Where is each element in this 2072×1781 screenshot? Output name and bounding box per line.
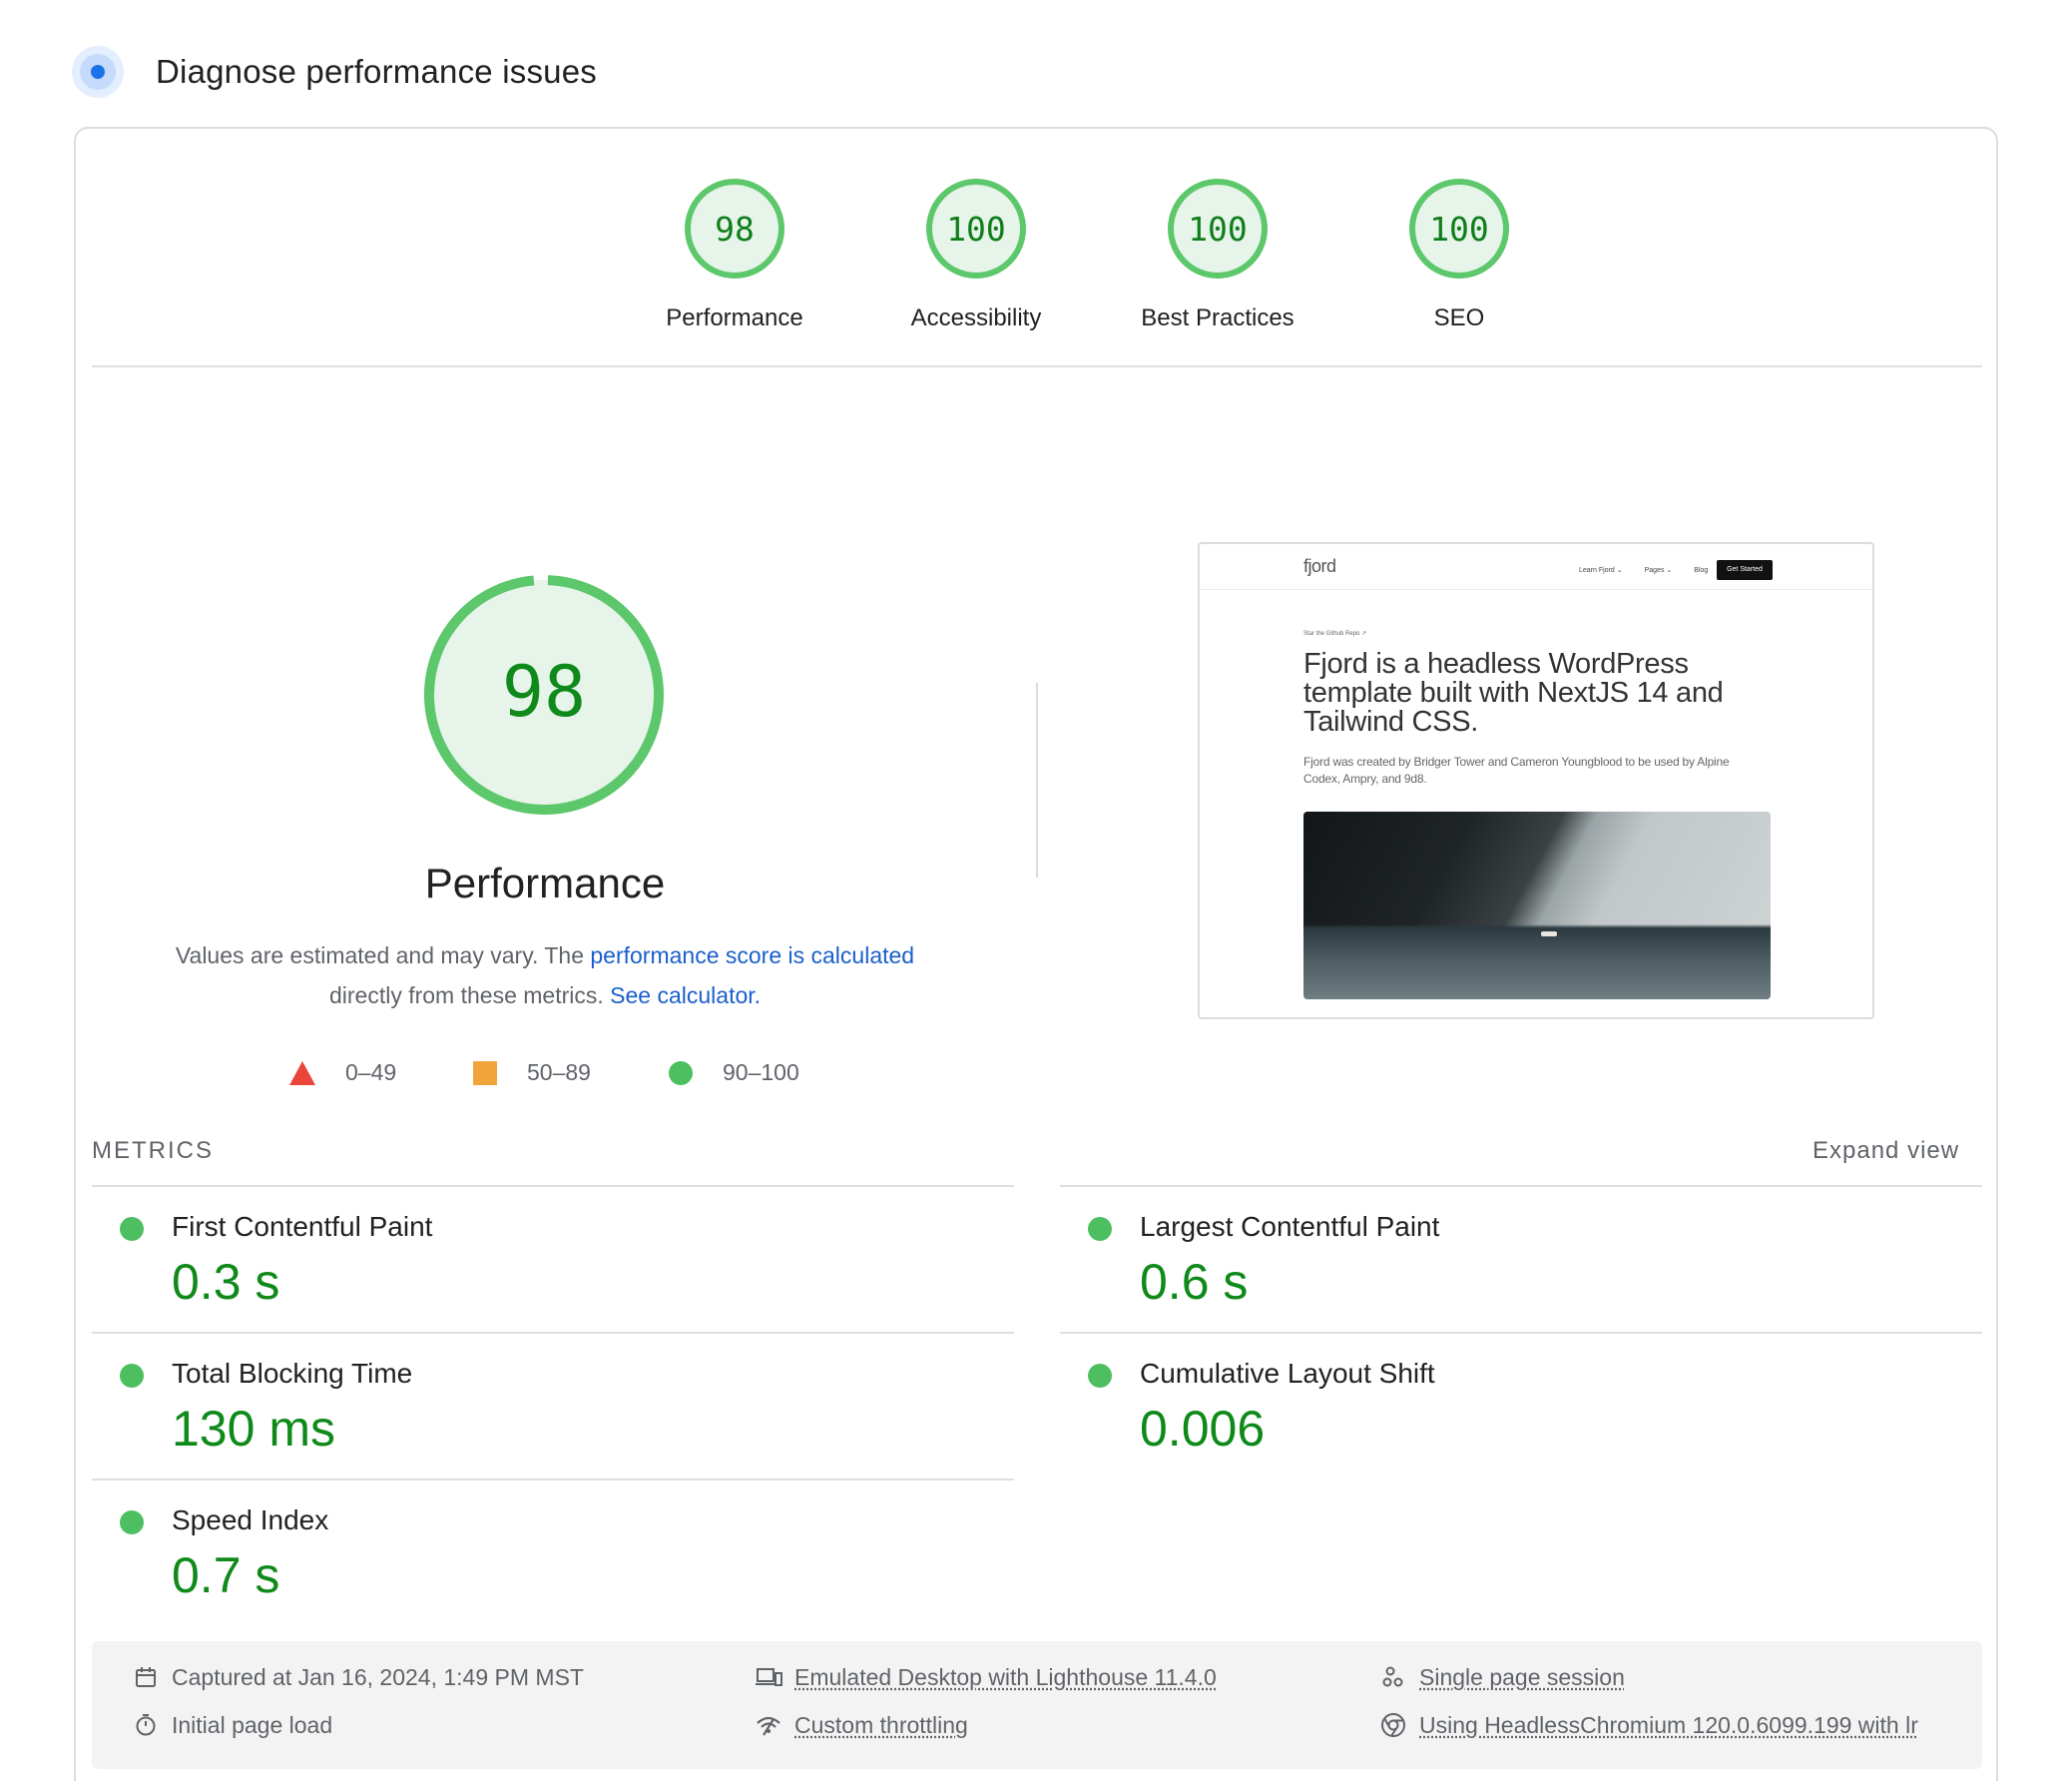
page-load-type: Initial page load xyxy=(132,1711,332,1739)
timer-icon xyxy=(132,1711,160,1739)
score-ring: 100 xyxy=(1168,179,1268,279)
category-gauges: 98 Performance 100 Accessibility 100 Bes… xyxy=(635,179,1593,328)
calendar-icon xyxy=(132,1663,160,1691)
score-ring: 100 xyxy=(1409,179,1509,279)
legend-average: 50–89 xyxy=(473,1059,591,1086)
score-value: 98 xyxy=(715,210,755,249)
screenshot-navbar: fjord Learn Fjord ⌄ Pages ⌄ Blog Get Start… xyxy=(1200,544,1872,590)
pass-circle-icon xyxy=(120,1217,144,1241)
chrome-icon xyxy=(1379,1711,1407,1739)
browser-text[interactable]: Using HeadlessChromium 120.0.6099.199 wi… xyxy=(1419,1712,1918,1739)
metric-name: Cumulative Layout Shift xyxy=(1140,1358,1435,1390)
devices-icon xyxy=(755,1663,782,1691)
score-value: 100 xyxy=(1188,210,1248,249)
screenshot-headline: Fjord is a headless WordPress template b… xyxy=(1303,650,1773,737)
metrics-heading: METRICS xyxy=(92,1137,214,1165)
screenshot-pill: Star the Github Repo ↗ xyxy=(1303,630,1366,637)
screenshot-subtext: Fjord was created by Bridger Tower and C… xyxy=(1303,754,1763,788)
category-gauge-performance[interactable]: 98 Performance xyxy=(635,179,834,332)
report-card: 98 Performance 100 Accessibility 100 Bes… xyxy=(74,127,1998,1781)
legend-label: 90–100 xyxy=(723,1059,799,1086)
vertical-divider xyxy=(1036,683,1038,878)
legend-label: 0–49 xyxy=(345,1059,396,1086)
diagnostics-icon xyxy=(72,46,124,98)
metric-speed-index: Speed Index 0.7 s xyxy=(92,1481,990,1620)
divider xyxy=(92,365,1982,367)
screenshot-nav-item: Learn Fjord ⌄ xyxy=(1579,567,1623,574)
category-gauge-best-practices[interactable]: 100 Best Practices xyxy=(1118,179,1317,332)
pass-circle-icon xyxy=(120,1510,144,1534)
metric-value: 0.006 xyxy=(1140,1400,1265,1458)
screenshot-cta: Get Started xyxy=(1717,560,1773,580)
section-title: Diagnose performance issues xyxy=(156,53,597,91)
captured-text: Captured at Jan 16, 2024, 1:49 PM MST xyxy=(172,1664,584,1691)
screenshot-logo: fjord xyxy=(1303,556,1336,577)
session-type[interactable]: Single page session xyxy=(1379,1663,1625,1691)
device-emulation[interactable]: Emulated Desktop with Lighthouse 11.4.0 xyxy=(755,1663,1217,1691)
screenshot-nav-item: Pages ⌄ xyxy=(1645,567,1673,574)
pass-circle-icon xyxy=(120,1364,144,1388)
performance-gauge: 98 xyxy=(419,570,669,820)
circle-icon xyxy=(669,1061,693,1085)
screenshot-hero-image xyxy=(1303,812,1771,999)
category-label: Accessibility xyxy=(876,304,1076,332)
metric-value: 0.3 s xyxy=(172,1253,279,1311)
final-screenshot[interactable]: fjord Learn Fjord ⌄ Pages ⌄ Blog Get Start… xyxy=(1198,542,1874,1019)
category-label: SEO xyxy=(1359,304,1559,332)
metric-name: Largest Contentful Paint xyxy=(1140,1211,1439,1243)
runtime-settings: Captured at Jan 16, 2024, 1:49 PM MST In… xyxy=(92,1641,1982,1769)
category-label: Performance xyxy=(635,304,834,332)
category-label: Best Practices xyxy=(1118,304,1317,332)
section-header: Diagnose performance issues xyxy=(72,44,597,100)
score-ring: 100 xyxy=(926,179,1026,279)
score-value: 100 xyxy=(1429,210,1489,249)
metric-name: Total Blocking Time xyxy=(172,1358,412,1390)
browser-version[interactable]: Using HeadlessChromium 120.0.6099.199 wi… xyxy=(1379,1711,1918,1739)
legend-pass: 90–100 xyxy=(669,1059,799,1086)
metric-name: Speed Index xyxy=(172,1504,328,1536)
legend-label: 50–89 xyxy=(527,1059,591,1086)
gauge-score: 98 xyxy=(502,651,586,733)
desc-text: Values are estimated and may vary. The xyxy=(176,942,590,968)
performance-title: Performance xyxy=(355,860,735,907)
throttling-text[interactable]: Custom throttling xyxy=(794,1712,968,1739)
category-gauge-accessibility[interactable]: 100 Accessibility xyxy=(876,179,1076,332)
screenshot-nav-links: Learn Fjord ⌄ Pages ⌄ Blog xyxy=(1579,566,1730,574)
load-text: Initial page load xyxy=(172,1712,332,1739)
screenshot-nav-item: Blog xyxy=(1694,567,1708,574)
metric-value: 0.6 s xyxy=(1140,1253,1248,1311)
metric-name: First Contentful Paint xyxy=(172,1211,432,1243)
triangle-icon xyxy=(289,1061,315,1085)
metric-value: 130 ms xyxy=(172,1400,335,1458)
metric-largest-contentful-paint: Largest Contentful Paint 0.6 s xyxy=(1060,1187,1958,1327)
network-throttling[interactable]: Custom throttling xyxy=(755,1711,968,1739)
expand-view-button[interactable]: Expand view xyxy=(1813,1137,1959,1165)
boat-shape xyxy=(1541,931,1557,936)
pass-circle-icon xyxy=(1088,1217,1112,1241)
wifi-icon xyxy=(755,1711,782,1739)
see-calculator-link[interactable]: See calculator. xyxy=(610,982,761,1008)
device-text[interactable]: Emulated Desktop with Lighthouse 11.4.0 xyxy=(794,1664,1217,1691)
session-text[interactable]: Single page session xyxy=(1419,1664,1625,1691)
metric-value: 0.7 s xyxy=(172,1546,279,1604)
legend-fail: 0–49 xyxy=(289,1059,396,1086)
square-icon xyxy=(473,1061,497,1085)
desc-text: directly from these metrics. xyxy=(329,982,610,1008)
score-calculated-link[interactable]: performance score is calculated xyxy=(590,942,914,968)
performance-description: Values are estimated and may vary. The p… xyxy=(136,935,954,1015)
metric-first-contentful-paint: First Contentful Paint 0.3 s xyxy=(92,1187,990,1327)
score-legend: 0–49 50–89 90–100 xyxy=(289,1055,888,1095)
pass-circle-icon xyxy=(1088,1364,1112,1388)
score-ring: 98 xyxy=(685,179,784,279)
captured-at: Captured at Jan 16, 2024, 1:49 PM MST xyxy=(132,1663,584,1691)
metric-cumulative-layout-shift: Cumulative Layout Shift 0.006 xyxy=(1060,1334,1958,1474)
people-icon xyxy=(1379,1663,1407,1691)
score-value: 100 xyxy=(946,210,1006,249)
metric-total-blocking-time: Total Blocking Time 130 ms xyxy=(92,1334,990,1474)
category-gauge-seo[interactable]: 100 SEO xyxy=(1359,179,1559,332)
